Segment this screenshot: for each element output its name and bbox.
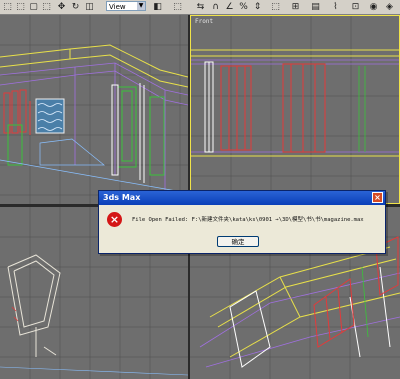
error-message: File Open Failed: F:\新建文件夹\kata\ks\0901 … bbox=[132, 217, 364, 223]
percent-snap-icon[interactable]: % bbox=[238, 1, 249, 12]
close-icon[interactable]: × bbox=[372, 192, 383, 203]
schematic-icon[interactable]: ⊡ bbox=[350, 1, 361, 12]
dialog-title: 3ds Max bbox=[103, 193, 141, 202]
spinner-snap-icon[interactable]: ⇕ bbox=[252, 1, 263, 12]
viewport-front-scene bbox=[191, 16, 399, 203]
mirror-icon[interactable]: ⇆ bbox=[195, 1, 206, 12]
dialog-title-bar[interactable]: 3ds Max × bbox=[99, 191, 385, 205]
viewport-top-left[interactable] bbox=[0, 15, 188, 204]
error-icon: × bbox=[107, 212, 122, 227]
angle-snap-icon[interactable]: ∠ bbox=[224, 1, 235, 12]
viewport-top-left-scene bbox=[0, 15, 188, 204]
undo-icon[interactable]: ⬚ bbox=[2, 1, 13, 12]
reference-coordinate-value: View bbox=[109, 3, 126, 11]
select-icon[interactable]: ⬚ bbox=[15, 1, 26, 12]
layer-icon[interactable]: ▤ bbox=[310, 1, 321, 12]
pivot-icon[interactable]: ◧ bbox=[152, 1, 163, 12]
error-dialog: 3ds Max × × File Open Failed: F:\新建文件夹\k… bbox=[98, 190, 386, 254]
move-icon[interactable]: ✥ bbox=[56, 1, 67, 12]
viewport-front[interactable]: Front bbox=[190, 15, 400, 204]
curve-editor-icon[interactable]: ⌇ bbox=[330, 1, 341, 12]
reference-coordinate-select[interactable]: View ▼ bbox=[106, 1, 146, 11]
select-by-name-icon[interactable]: ⬚ bbox=[41, 1, 52, 12]
named-selection-icon[interactable]: ⬚ bbox=[270, 1, 281, 12]
scale-icon[interactable]: ◫ bbox=[84, 1, 95, 12]
snap-icon[interactable]: ∩ bbox=[210, 1, 221, 12]
chevron-down-icon: ▼ bbox=[137, 2, 145, 10]
align-icon[interactable]: ⊞ bbox=[290, 1, 301, 12]
material-editor-icon[interactable]: ◉ bbox=[368, 1, 379, 12]
main-toolbar: ⬚ ⬚ ▢ ⬚ ✥ ↻ ◫ View ▼ ◧ ⬚ ⇆ ∩ ∠ % ⇕ ⬚ ⊞ ▤… bbox=[0, 0, 400, 15]
region-icon[interactable]: ▢ bbox=[28, 1, 39, 12]
rotate-icon[interactable]: ↻ bbox=[70, 1, 81, 12]
ok-button[interactable]: 确定 bbox=[217, 236, 259, 247]
select-link-icon[interactable]: ⬚ bbox=[172, 1, 183, 12]
render-icon[interactable]: ◈ bbox=[384, 1, 395, 12]
